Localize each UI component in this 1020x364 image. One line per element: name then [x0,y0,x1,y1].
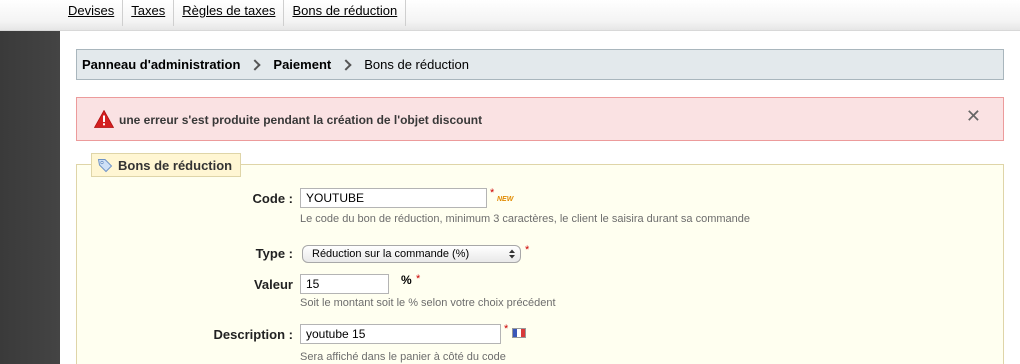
breadcrumb-item-admin-panel[interactable]: Panneau d'administration [82,57,240,72]
left-sidebar [0,31,60,364]
discount-fieldset: Bons de réduction Code : * NEW Le code d… [76,153,1004,364]
warning-icon [94,110,114,128]
code-label: Code : [252,191,293,206]
valeur-hint: Soit le montant soit le % selon votre ch… [300,297,556,309]
tab-regles-de-taxes[interactable]: Règles de taxes [174,0,285,26]
description-label: Description : [213,327,293,342]
tag-icon [97,159,113,173]
tab-bons-de-reduction[interactable]: Bons de réduction [284,0,407,26]
close-icon[interactable]: ✕ [966,106,981,127]
valeur-required-mark: * [416,273,421,285]
chevron-right-icon [249,58,262,71]
main-content: Panneau d'administration Paiement Bons d… [60,31,1020,364]
description-required-mark: * [504,323,509,335]
error-message: une erreur s'est produite pendant la cré… [119,113,483,127]
chevron-right-icon [340,58,352,71]
select-arrows-icon [509,249,515,259]
valeur-unit: % [401,273,412,287]
description-hint: Sera affiché dans le panier à côté du co… [300,351,506,363]
tab-taxes[interactable]: Taxes [123,0,175,26]
top-tab-bar: Devises Taxes Règles de taxes Bons de ré… [0,0,1020,31]
description-input[interactable] [300,324,501,344]
error-alert: une erreur s'est produite pendant la cré… [76,97,1004,141]
top-tabs: Devises Taxes Règles de taxes Bons de ré… [60,0,407,28]
new-badge: NEW [497,196,514,203]
fieldset-legend: Bons de réduction [91,153,242,177]
type-label: Type : [255,246,293,261]
type-select-value: Réduction sur la commande (%) [312,248,470,260]
type-select[interactable]: Réduction sur la commande (%) [302,245,521,263]
type-required-mark: * [525,244,530,256]
code-input[interactable] [300,188,487,208]
valeur-input[interactable] [300,274,389,294]
breadcrumb: Panneau d'administration Paiement Bons d… [76,49,1004,80]
valeur-label: Valeur [253,277,293,292]
tab-devises[interactable]: Devises [60,0,124,26]
breadcrumb-item-current: Bons de réduction [364,57,470,72]
code-required-mark: * [490,187,495,199]
flag-fr-icon[interactable] [512,328,526,338]
breadcrumb-item-paiement[interactable]: Paiement [273,57,331,72]
code-hint: Le code du bon de réduction, minimum 3 c… [300,213,751,225]
fieldset-legend-text: Bons de réduction [118,157,233,173]
